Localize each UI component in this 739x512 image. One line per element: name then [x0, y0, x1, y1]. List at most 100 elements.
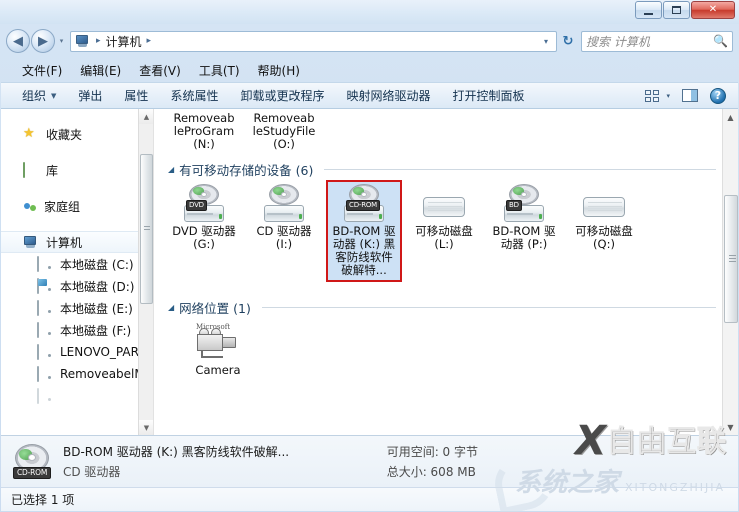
close-button[interactable]: ✕ — [691, 1, 735, 19]
sidebar-item-label: 本地磁盘 (D:) — [60, 279, 135, 294]
scroll-down-button[interactable]: ▼ — [723, 419, 738, 435]
breadcrumb-computer[interactable]: 计算机 — [104, 33, 144, 50]
help-button[interactable]: ? — [706, 85, 730, 107]
sidebar-item-drive-e[interactable]: 本地磁盘 (E:) — [1, 297, 153, 319]
drive-type-tag: DVD — [186, 200, 207, 211]
tile-label: BD-ROM 驱动器 (P:) — [492, 224, 556, 251]
menu-view[interactable]: 查看(V) — [130, 60, 190, 81]
search-icon: 🔍 — [713, 34, 728, 48]
drive-removable-o[interactable]: Removeab leStudyFile (O:) — [248, 112, 320, 154]
scroll-down-button[interactable]: ▼ — [139, 420, 153, 435]
refresh-icon: ↻ — [562, 33, 574, 49]
drive-removable-q[interactable]: 可移动磁盘 (Q:) — [568, 182, 640, 280]
scrollbar-thumb[interactable] — [140, 154, 153, 304]
toolbar-system-properties[interactable]: 系统属性 — [159, 84, 229, 107]
content-scrollbar[interactable]: ▲ ▼ — [722, 109, 738, 435]
breadcrumb-separator-2[interactable]: ▸ — [144, 36, 155, 46]
chevron-down-icon: ▼ — [51, 91, 57, 100]
sidebar-item-label: LENOVO_PART — [60, 345, 146, 359]
address-dropdown-icon[interactable]: ▾ — [538, 37, 554, 46]
drive-bdrom-p[interactable]: BD BD-ROM 驱动器 (P:) — [488, 182, 560, 280]
sidebar-item-computer[interactable]: 计算机 — [1, 231, 153, 253]
tile-label: CD 驱动器 (I:) — [256, 224, 312, 251]
change-view-button[interactable]: ▾ — [641, 86, 674, 106]
preview-pane-icon — [682, 89, 698, 102]
drive-bdrom-k[interactable]: CD-ROM BD-ROM 驱动器 (K:) 黑客防线软件破解特... — [326, 180, 402, 282]
collapse-triangle-icon[interactable]: ◢ — [168, 303, 174, 312]
drive-icon — [37, 344, 53, 360]
tile-label: Removeab leStudyFile (O:) — [252, 111, 316, 151]
tile-label: BD-ROM 驱动器 (K:) 黑客防线软件破解特... — [332, 224, 396, 277]
scroll-up-button[interactable]: ▲ — [139, 109, 153, 124]
details-total-size: 总大小: 608 MB — [386, 465, 476, 479]
status-text: 已选择 1 项 — [11, 493, 75, 507]
collapse-triangle-icon[interactable]: ◢ — [168, 165, 174, 174]
drive-dvd-g[interactable]: DVD DVD 驱动器 (G:) — [168, 182, 240, 280]
sidebar-item-favorites[interactable]: ★ 收藏夹 — [1, 123, 153, 145]
menu-tools[interactable]: 工具(T) — [190, 60, 249, 81]
star-icon: ★ — [23, 126, 35, 141]
sidebar-item-drive-c[interactable]: 本地磁盘 (C:) — [1, 253, 153, 275]
scrollbar-thumb[interactable] — [724, 195, 738, 323]
details-title: BD-ROM 驱动器 (K:) 黑客防线软件破解... — [63, 445, 290, 459]
back-button[interactable]: ◀ — [6, 29, 30, 53]
section-header-network-locations[interactable]: ◢ 网络位置 (1) — [168, 298, 722, 317]
sidebar-item-label: 家庭组 — [44, 199, 81, 214]
drive-icon — [37, 322, 53, 338]
homegroup-icon — [23, 200, 37, 213]
maximize-button[interactable] — [663, 1, 690, 19]
toolbar-eject[interactable]: 弹出 — [67, 84, 113, 107]
toolbar-properties[interactable]: 属性 — [113, 84, 159, 107]
forward-button[interactable]: ▶ — [31, 29, 55, 53]
sidebar-scrollbar[interactable]: ▲ ▼ — [138, 109, 153, 435]
network-camera[interactable]: Microsoft Camera — [182, 320, 254, 380]
sidebar-item-label: 本地磁盘 (F:) — [60, 323, 132, 338]
toolbar-open-control-panel[interactable]: 打开控制面板 — [441, 84, 535, 107]
sidebar-item-drive-d[interactable]: 本地磁盘 (D:) — [1, 275, 153, 297]
drive-cd-i[interactable]: CD 驱动器 (I:) — [248, 182, 320, 280]
search-box[interactable]: 搜索 计算机 🔍 — [581, 30, 733, 52]
menu-file[interactable]: 文件(F) — [13, 60, 71, 81]
sidebar-item-clipped[interactable] — [1, 385, 153, 407]
section-label: 有可移动存储的设备 (6) — [179, 163, 314, 178]
menu-edit[interactable]: 编辑(E) — [71, 60, 130, 81]
window-controls: ✕ — [635, 1, 735, 19]
sidebar-item-label: 收藏夹 — [46, 127, 83, 142]
window-body: ★ 收藏夹 库 家庭组 计算机 本地磁盘 (C:) 本地磁盘 (D:) 本地磁盘… — [1, 109, 738, 435]
preview-pane-button[interactable] — [676, 86, 704, 105]
section-header-removable-storage[interactable]: ◢ 有可移动存储的设备 (6) — [168, 160, 722, 179]
sidebar-item-libraries[interactable]: 库 — [1, 159, 153, 181]
drive-type-tag: CD-ROM — [13, 466, 52, 479]
sidebar-item-lenovo-part[interactable]: LENOVO_PART — [1, 341, 153, 363]
title-bar: ✕ — [0, 0, 739, 24]
menu-bar: 文件(F) 编辑(E) 查看(V) 工具(T) 帮助(H) — [1, 58, 738, 82]
menu-help[interactable]: 帮助(H) — [249, 60, 309, 81]
refresh-button[interactable]: ↻ — [557, 31, 579, 52]
minimize-icon — [644, 12, 653, 15]
sidebar-item-removeabel-mo[interactable]: RemoveabelMo — [1, 363, 153, 385]
sidebar-item-homegroup[interactable]: 家庭组 — [1, 195, 153, 217]
details-free-space: 可用空间: 0 字节 — [386, 445, 478, 459]
drive-icon — [37, 388, 53, 404]
navigation-pane: ★ 收藏夹 库 家庭组 计算机 本地磁盘 (C:) 本地磁盘 (D:) 本地磁盘… — [1, 109, 154, 435]
address-bar-row: ◀ ▶ ▾ ▸ 计算机 ▸ ▾ ↻ 搜索 计算机 🔍 — [0, 24, 739, 58]
sidebar-item-drive-f[interactable]: 本地磁盘 (F:) — [1, 319, 153, 341]
breadcrumb-separator-1[interactable]: ▸ — [93, 36, 104, 46]
toolbar-uninstall-change-program[interactable]: 卸载或更改程序 — [229, 84, 335, 107]
tile-label: 可移动磁盘 (Q:) — [575, 224, 633, 251]
section-divider — [324, 169, 716, 170]
recent-pages-button[interactable]: ▾ — [56, 29, 67, 53]
scroll-up-button[interactable]: ▲ — [723, 109, 738, 125]
drive-removable-l[interactable]: 可移动磁盘 (L:) — [408, 182, 480, 280]
command-toolbar: 组织 ▼ 弹出 属性 系统属性 卸载或更改程序 映射网络驱动器 打开控制面板 ▾… — [1, 82, 738, 109]
drive-removable-n[interactable]: Removeab leProGram (N:) — [168, 112, 240, 154]
drive-type-tag: CD-ROM — [346, 200, 381, 211]
toolbar-organize[interactable]: 组织 ▼ — [11, 84, 67, 107]
minimize-button[interactable] — [635, 1, 662, 19]
address-input[interactable]: ▸ 计算机 ▸ ▾ — [70, 30, 557, 52]
drive-icon — [37, 366, 53, 382]
toolbar-map-network-drive[interactable]: 映射网络驱动器 — [335, 84, 441, 107]
optical-drive-icon: BD — [501, 184, 547, 224]
optical-drive-icon — [261, 184, 307, 224]
sidebar-item-label: 计算机 — [46, 235, 83, 250]
